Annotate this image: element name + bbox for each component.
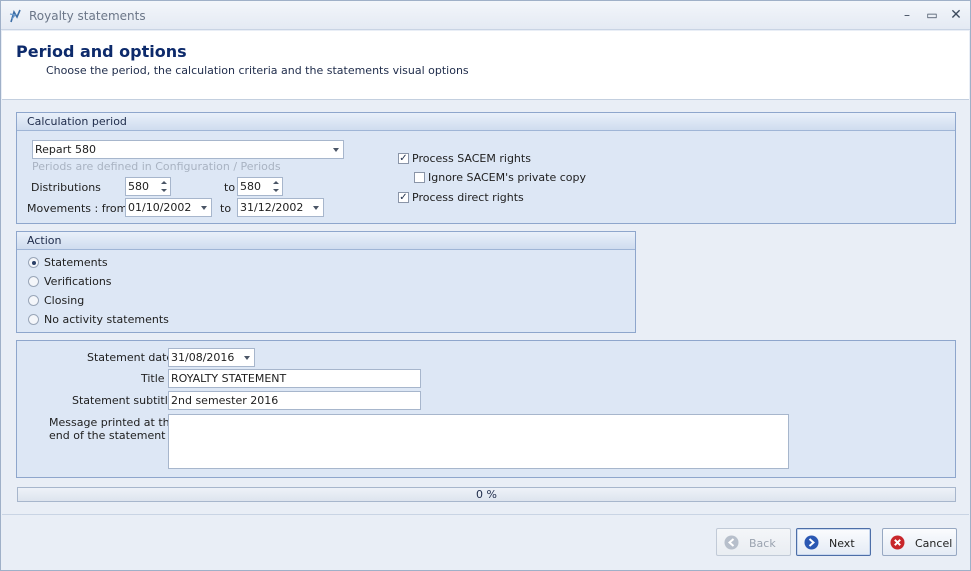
progress-text: 0 % [476,488,497,501]
title-value: ROYALTY STATEMENT [171,372,287,385]
statements-option: Statements [44,256,108,269]
periods-hint: Periods are defined in Configuration / P… [32,160,281,173]
process-direct-checkbox[interactable]: ✓ [398,192,409,203]
chevron-down-icon [313,206,319,210]
footer-divider [2,514,969,515]
back-label: Back [749,537,776,550]
ignore-private-copy-label: Ignore SACEM's private copy [428,171,587,184]
movements-to-value: 31/12/2002 [240,201,304,214]
process-sacem-checkbox[interactable]: ✓ [398,153,409,164]
back-arrow-icon [724,535,739,550]
message-label-line2: end of the statement [49,429,166,442]
minimize-button[interactable]: – [897,6,917,24]
calculation-period-title: Calculation period [17,113,955,131]
cancel-button[interactable]: Cancel [882,528,957,556]
verifications-option: Verifications [44,275,112,288]
closing-option: Closing [44,294,85,307]
statement-date-value: 31/08/2016 [171,351,235,364]
royalty-statements-window: Royalty statements – ▭ ✕ Period and opti… [0,0,971,571]
statement-options-panel: Statement date 31/08/2016 Title ROYALTY … [16,340,956,478]
wizard-header: Period and options Choose the period, th… [2,31,969,100]
repart-value: Repart 580 [35,143,96,156]
closing-radio[interactable] [28,295,39,306]
process-direct-label: Process direct rights [412,191,524,204]
page-subtitle: Choose the period, the calculation crite… [46,64,469,77]
action-group: Action Statements Verifications Closing … [16,231,636,333]
distributions-from-stepper[interactable]: 580 [125,177,171,196]
progress-bar: 0 % [17,487,956,502]
subtitle-value: 2nd semester 2016 [171,394,279,407]
title-bar: Royalty statements – ▭ ✕ [1,1,970,30]
next-arrow-icon [804,535,819,550]
app-logo-icon [9,9,21,23]
spin-arrows-icon[interactable] [270,179,281,194]
back-button[interactable]: Back [716,528,791,556]
spin-arrows-icon[interactable] [158,179,169,194]
message-label-line1: Message printed at the [49,416,177,429]
movements-from-date[interactable]: 01/10/2002 [125,198,212,217]
repart-dropdown[interactable]: Repart 580 [32,140,344,159]
distributions-to-label: to [224,181,236,194]
subtitle-label: Statement subtitle [72,394,175,407]
statement-date-label: Statement date [87,351,174,364]
title-label: Title [141,372,165,385]
movements-to-label: to [220,202,232,215]
calculation-period-group: Calculation period Repart 580 Periods ar… [16,112,956,224]
verifications-radio[interactable] [28,276,39,287]
statement-date-picker[interactable]: 31/08/2016 [168,348,255,367]
close-button[interactable]: ✕ [946,6,966,24]
chevron-down-icon [333,148,339,152]
message-textarea[interactable] [168,414,789,469]
movements-to-date[interactable]: 31/12/2002 [237,198,324,217]
chevron-down-icon [244,356,250,360]
statements-radio[interactable] [28,257,39,268]
action-title: Action [17,232,635,250]
movements-from-value: 01/10/2002 [128,201,192,214]
subtitle-input[interactable]: 2nd semester 2016 [168,391,421,410]
next-label: Next [829,537,855,550]
distributions-to-stepper[interactable]: 580 [237,177,283,196]
no-activity-option: No activity statements [44,313,169,326]
cancel-icon [890,535,905,550]
chevron-down-icon [201,206,207,210]
process-sacem-label: Process SACEM rights [412,152,531,165]
distributions-from-value: 580 [128,180,149,193]
cancel-label: Cancel [915,537,953,550]
ignore-private-copy-checkbox[interactable] [414,172,425,183]
movements-label: Movements : from [27,202,128,215]
title-input[interactable]: ROYALTY STATEMENT [168,369,421,388]
distributions-to-value: 580 [240,180,261,193]
distributions-label: Distributions [31,181,101,194]
no-activity-radio[interactable] [28,314,39,325]
window-title: Royalty statements [29,9,146,23]
next-button[interactable]: Next [796,528,871,556]
page-title: Period and options [16,42,187,61]
maximize-button[interactable]: ▭ [922,6,942,24]
